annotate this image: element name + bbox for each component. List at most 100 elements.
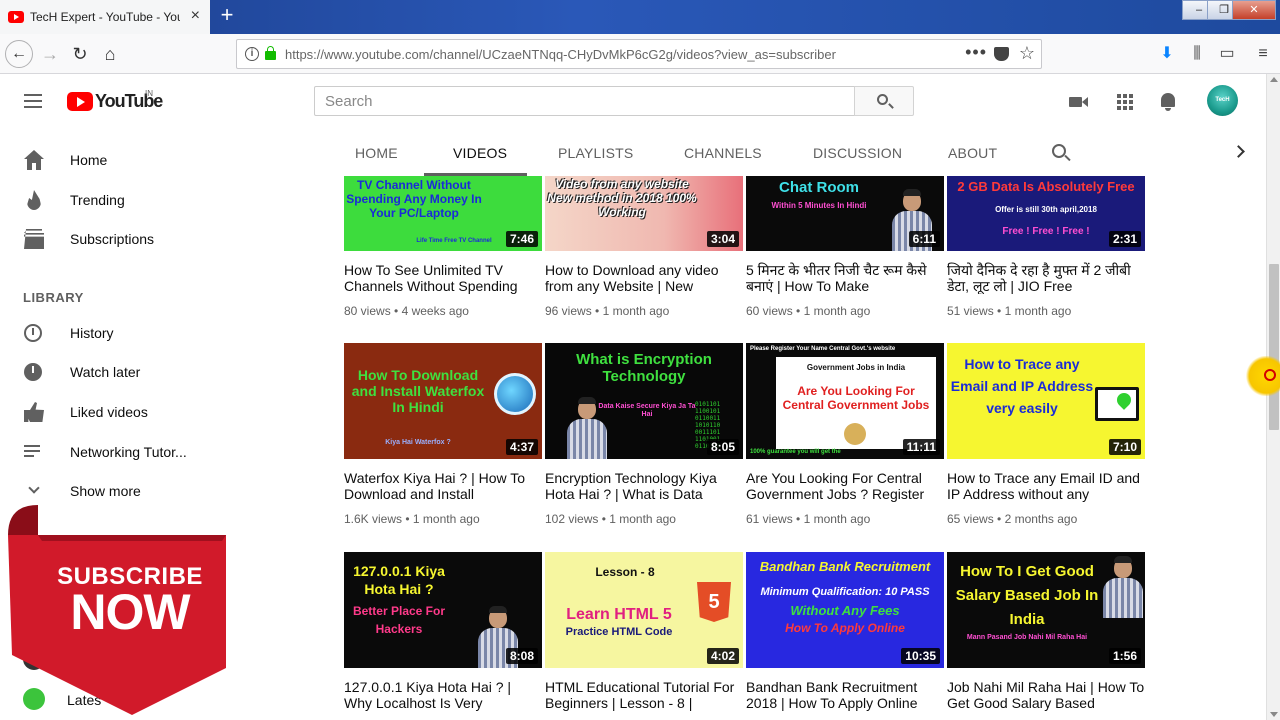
video-card[interactable]: 127.0.0.1 Kiya Hota Hai ? Better Place F… xyxy=(344,552,542,711)
home-button[interactable]: ⌂ xyxy=(96,40,124,68)
video-card[interactable]: Please Register Your Name Central Govt.'… xyxy=(746,343,944,526)
sidebar-item-networking-playlist[interactable]: Networking Tutor... xyxy=(0,432,226,472)
video-title[interactable]: HTML Educational Tutorial For Beginners … xyxy=(545,679,743,711)
browser-tab[interactable]: TecH Expert - YouTube - YouTube × xyxy=(0,0,210,34)
info-icon[interactable]: i xyxy=(245,47,259,61)
sidebar-item-trending[interactable]: Trending xyxy=(0,180,226,220)
library-heading: LIBRARY xyxy=(23,290,84,305)
page-scrollbar[interactable] xyxy=(1266,74,1280,720)
page-actions-icon[interactable]: ••• xyxy=(965,42,987,63)
thumbnail-subtext: Mann Pasand Job Nahi Mil Raha Hai xyxy=(966,634,1088,641)
pocket-icon[interactable] xyxy=(994,47,1009,61)
channel-search-icon[interactable] xyxy=(1052,144,1066,158)
video-card[interactable]: What is Encryption Technology Data Kaise… xyxy=(545,343,743,526)
scrollbar-thumb[interactable] xyxy=(1269,264,1279,430)
reload-button[interactable]: ↻ xyxy=(66,40,94,68)
video-duration: 4:02 xyxy=(706,648,739,664)
guide-menu-icon[interactable] xyxy=(24,94,42,108)
scroll-up-arrow-icon[interactable] xyxy=(1270,77,1278,82)
subscriptions-icon xyxy=(24,229,44,249)
video-card[interactable]: Bandhan Bank Recruitment Minimum Qualifi… xyxy=(746,552,944,711)
sidebar-item-watch-later[interactable]: Watch later xyxy=(0,352,226,392)
video-card[interactable]: Chat Room Within 5 Minutes In Hindi 6:11… xyxy=(746,176,944,318)
video-card[interactable]: Lesson - 8 Learn HTML 5 Practice HTML Co… xyxy=(545,552,743,711)
thumbs-up-icon xyxy=(24,402,44,422)
back-button[interactable]: ← xyxy=(5,40,33,68)
history-icon xyxy=(24,324,42,342)
video-duration: 8:08 xyxy=(505,648,538,664)
sidebar-item-liked-videos[interactable]: Liked videos xyxy=(0,392,226,432)
new-tab-button[interactable]: + xyxy=(216,4,238,28)
video-title[interactable]: Are You Looking For Central Government J… xyxy=(746,470,944,502)
tab-channels[interactable]: CHANNELS xyxy=(684,145,762,161)
tab-playlists[interactable]: PLAYLISTS xyxy=(558,145,633,161)
sidebar-item-home[interactable]: Home xyxy=(0,140,226,180)
bookmark-star-icon[interactable]: ☆ xyxy=(1019,43,1035,64)
video-title[interactable]: How To See Unlimited TV Channels Without… xyxy=(344,262,542,294)
video-thumbnail[interactable]: How To I Get Good Salary Based Job In In… xyxy=(947,552,1145,668)
sidebar-item-label: Networking Tutor... xyxy=(70,444,187,460)
menu-icon[interactable]: ≡ xyxy=(1250,40,1276,68)
video-title[interactable]: 127.0.0.1 Kiya Hota Hai ? | Why Localhos… xyxy=(344,679,542,711)
create-video-icon[interactable] xyxy=(1068,91,1090,113)
thumbnail-subtext: Better Place For Hackers xyxy=(352,604,446,636)
downloads-icon[interactable]: ⬇ xyxy=(1154,40,1180,68)
thumbnail-subtext: Government Jobs in India xyxy=(806,363,906,372)
video-card[interactable]: Video from any website New method in 201… xyxy=(545,176,743,318)
sidebar-item-label: Liked videos xyxy=(70,404,148,420)
notifications-bell-icon[interactable] xyxy=(1158,91,1180,113)
account-avatar[interactable]: TecH Expert xyxy=(1207,85,1238,134)
video-title[interactable]: Encryption Technology Kiya Hota Hai ? | … xyxy=(545,470,743,502)
video-thumbnail[interactable]: Chat Room Within 5 Minutes In Hindi 6:11 xyxy=(746,176,944,251)
video-card[interactable]: 2 GB Data Is Absolutely Free Offer is st… xyxy=(947,176,1145,318)
library-icon[interactable]: ⫼ xyxy=(1184,40,1210,68)
thumbnail-text: How To I Get Good Salary Based Job In In… xyxy=(955,563,1099,628)
video-card[interactable]: How To I Get Good Salary Based Job In In… xyxy=(947,552,1145,711)
tab-about[interactable]: ABOUT xyxy=(948,145,997,161)
video-thumbnail[interactable]: How to Trace any Email and IP Address ve… xyxy=(947,343,1145,459)
video-thumbnail[interactable]: What is Encryption Technology Data Kaise… xyxy=(545,343,743,459)
tab-home[interactable]: HOME xyxy=(355,145,398,161)
tab-discussion[interactable]: DISCUSSION xyxy=(813,145,902,161)
video-thumbnail[interactable]: Please Register Your Name Central Govt.'… xyxy=(746,343,944,459)
video-thumbnail[interactable]: 127.0.0.1 Kiya Hota Hai ? Better Place F… xyxy=(344,552,542,668)
forward-button[interactable]: → xyxy=(36,40,64,68)
chevron-right-icon[interactable] xyxy=(1232,145,1245,158)
video-title[interactable]: How to Download any video from any Websi… xyxy=(545,262,743,294)
video-duration: 4:37 xyxy=(505,439,538,455)
scroll-down-arrow-icon[interactable] xyxy=(1270,712,1278,717)
video-card[interactable]: How to Trace any Email and IP Address ve… xyxy=(947,343,1145,526)
url-text[interactable]: https://www.youtube.com/channel/UCzaeNTN… xyxy=(285,47,836,62)
thumbnail-subtext: Life Time Free TV Channel xyxy=(416,238,492,244)
video-card[interactable]: How To Download and Install Waterfox In … xyxy=(344,343,542,526)
video-thumbnail[interactable]: TV Channel Without Spending Any Money In… xyxy=(344,176,542,251)
video-title[interactable]: Waterfox Kiya Hai ? | How To Download an… xyxy=(344,470,542,502)
search-input[interactable] xyxy=(315,87,854,115)
lock-icon[interactable] xyxy=(265,46,276,60)
emblem-icon xyxy=(844,423,866,445)
video-thumbnail[interactable]: 2 GB Data Is Absolutely Free Offer is st… xyxy=(947,176,1145,251)
video-thumbnail[interactable]: Lesson - 8 Learn HTML 5 Practice HTML Co… xyxy=(545,552,743,668)
tab-videos[interactable]: VIDEOS xyxy=(453,145,507,161)
sidebar-item-history[interactable]: History xyxy=(0,313,226,353)
video-title[interactable]: How to Trace any Email ID and IP Address… xyxy=(947,470,1145,502)
video-title[interactable]: 5 मिनट के भीतर निजी चैट रूम कैसे बनाएं |… xyxy=(746,262,944,294)
video-card[interactable]: TV Channel Without Spending Any Money In… xyxy=(344,176,542,318)
video-thumbnail[interactable]: Bandhan Bank Recruitment Minimum Qualifi… xyxy=(746,552,944,668)
sidebar-item-subscriptions[interactable]: Subscriptions xyxy=(0,219,226,259)
video-title[interactable]: Job Nahi Mil Raha Hai | How To Get Good … xyxy=(947,679,1145,711)
video-meta: 65 views • 2 months ago xyxy=(947,512,1078,526)
thumbnail-subtext: Within 5 Minutes In Hindi xyxy=(771,201,867,210)
video-thumbnail[interactable]: Video from any website New method in 201… xyxy=(545,176,743,251)
video-title[interactable]: Bandhan Bank Recruitment 2018 | How To A… xyxy=(746,679,944,711)
sidebar-toggle-icon[interactable]: ▭ xyxy=(1214,40,1240,68)
apps-grid-icon[interactable] xyxy=(1114,91,1136,113)
window-close-button[interactable]: ✕ xyxy=(1232,0,1276,20)
video-thumbnail[interactable]: How To Download and Install Waterfox In … xyxy=(344,343,542,459)
subscribe-now-overlay: SUBSCRIBE NOW xyxy=(8,505,256,720)
tab-close-icon[interactable]: × xyxy=(191,8,200,24)
url-bar[interactable]: i https://www.youtube.com/channel/UCzaeN… xyxy=(236,39,1042,69)
video-title[interactable]: जियो दैनिक दे रहा है मुफ्त में 2 जीबी डे… xyxy=(947,262,1145,294)
youtube-logo[interactable]: YouTube IN xyxy=(67,89,163,112)
search-button[interactable] xyxy=(854,86,914,116)
